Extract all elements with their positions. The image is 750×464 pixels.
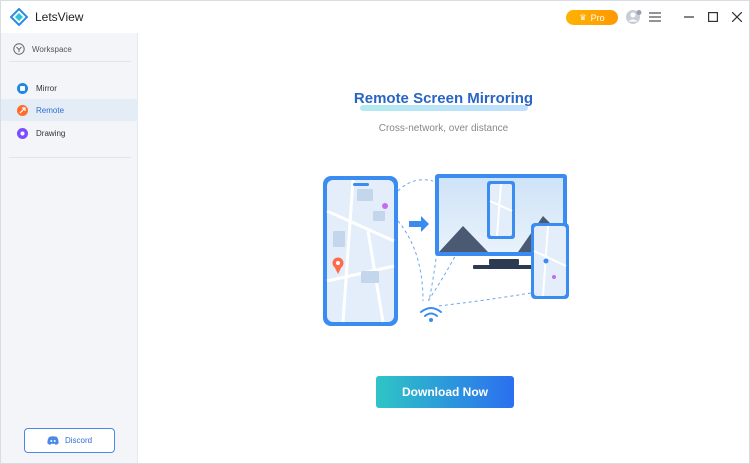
sidebar-item-remote[interactable]: Remote [1, 99, 138, 121]
sidebar-item-label: Remote [36, 105, 65, 115]
pro-button[interactable]: ♛ Pro [566, 10, 618, 25]
discord-icon [47, 436, 59, 445]
workspace-label: Workspace [32, 44, 72, 54]
page-title: Remote Screen Mirroring [353, 90, 534, 107]
discord-label: Discord [64, 436, 93, 445]
sidebar-item-label: Mirror [36, 83, 57, 93]
user-account-icon[interactable] [626, 9, 642, 25]
crown-icon: ♛ [579, 13, 587, 22]
main-content: Remote Screen Mirroring Cross-network, o… [138, 33, 749, 463]
download-now-button[interactable]: Download Now [376, 376, 514, 408]
sidebar-item-mirror[interactable]: Mirror [1, 77, 138, 99]
app-window: LetsView ♛ Pro Workspace Mirror Remote D… [0, 0, 750, 464]
close-icon[interactable] [729, 9, 745, 25]
menu-icon[interactable] [647, 9, 663, 25]
workspace-icon [13, 43, 25, 55]
page-subtitle: Cross-network, over distance [378, 123, 509, 134]
letsview-logo-icon [10, 8, 28, 26]
remote-icon [17, 104, 28, 116]
sidebar: Workspace Mirror Remote Drawing Discord [1, 33, 138, 463]
title-bar: LetsView ♛ Pro [1, 1, 749, 33]
maximize-icon[interactable] [705, 9, 721, 25]
sidebar-divider [9, 61, 131, 62]
remote-mirroring-illustration [323, 174, 569, 326]
workspace-item[interactable]: Workspace [13, 41, 72, 57]
drawing-icon [17, 127, 28, 139]
discord-button[interactable]: Discord [24, 428, 115, 453]
sidebar-item-drawing[interactable]: Drawing [1, 122, 138, 144]
app-title: LetsView [35, 10, 84, 24]
sidebar-item-label: Drawing [36, 128, 66, 138]
sidebar-divider [9, 157, 131, 158]
pro-label: Pro [590, 12, 605, 23]
mirror-icon [17, 82, 28, 94]
minimize-icon[interactable] [681, 9, 697, 25]
